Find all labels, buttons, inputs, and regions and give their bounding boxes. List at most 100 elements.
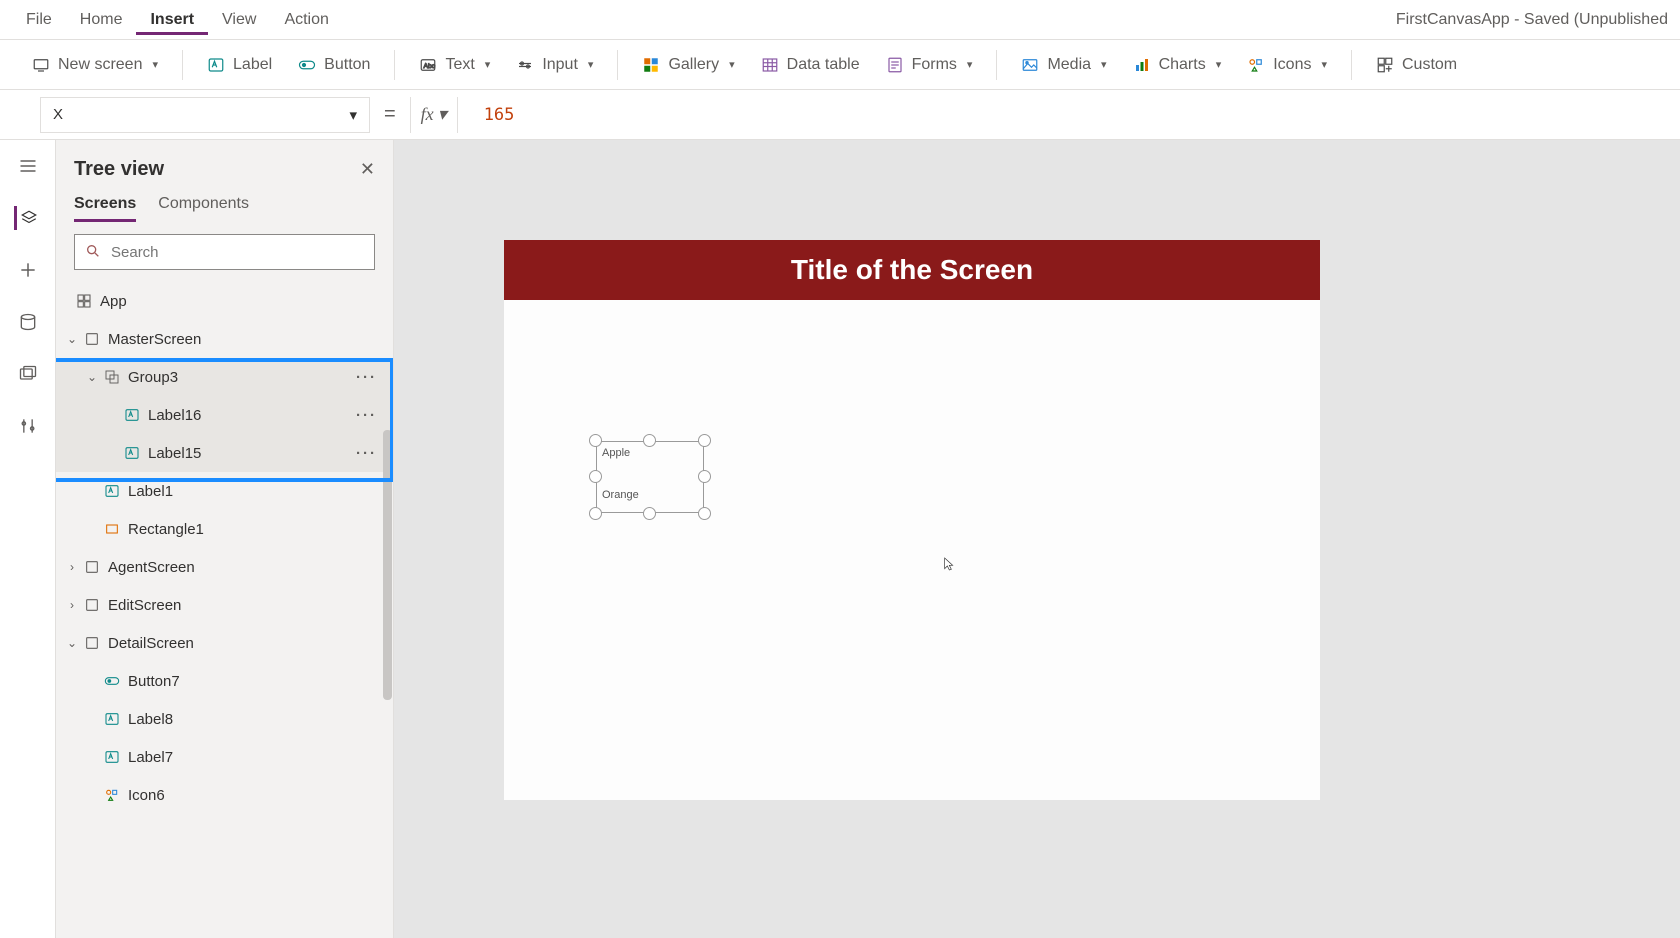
tree-node-label8[interactable]: Label8 (56, 700, 393, 738)
canvas-label-apple[interactable]: Apple (602, 447, 630, 459)
tab-components[interactable]: Components (158, 195, 249, 222)
tree-node-label15[interactable]: Label15 ··· (56, 434, 393, 472)
label-icon (104, 483, 120, 499)
body: Tree view ✕ Screens Components App (0, 140, 1680, 938)
tree-view-icon[interactable] (14, 206, 38, 230)
insert-forms-label: Forms (912, 56, 957, 74)
resize-handle[interactable] (589, 507, 602, 520)
chevron-down-icon[interactable]: ⌄ (64, 636, 80, 650)
insert-icons-button[interactable]: Icons ▾ (1241, 52, 1333, 78)
selected-group[interactable]: Apple Orange (596, 441, 704, 513)
resize-handle[interactable] (589, 434, 602, 447)
menu-view[interactable]: View (208, 5, 270, 35)
resize-handle[interactable] (698, 470, 711, 483)
resize-handle[interactable] (643, 507, 656, 520)
fx-button[interactable]: fx ▾ (410, 97, 458, 133)
scrollbar-thumb[interactable] (383, 430, 392, 700)
search-input[interactable] (74, 234, 375, 270)
tree-node-detailscreen[interactable]: ⌄ DetailScreen (56, 624, 393, 662)
tree-node-button7[interactable]: Button7 (56, 662, 393, 700)
insert-gallery-button[interactable]: Gallery ▾ (636, 52, 740, 78)
tree-list[interactable]: App ⌄ MasterScreen ⌄ Group3 ··· Label16 … (56, 282, 393, 938)
new-screen-button[interactable]: New screen ▾ (26, 52, 164, 78)
insert-input-button[interactable]: Input ▾ (510, 52, 599, 78)
insert-button-text: Button (324, 56, 370, 74)
canvas-label-orange[interactable]: Orange (602, 489, 639, 501)
formula-value: 165 (484, 105, 515, 125)
tree-label: AgentScreen (108, 559, 383, 576)
chevron-down-icon[interactable]: ⌄ (84, 370, 100, 384)
resize-handle[interactable] (698, 434, 711, 447)
insert-datatable-label: Data table (787, 56, 860, 74)
fx-label: fx (421, 104, 434, 125)
search-field[interactable] (109, 243, 364, 262)
tree-node-label7[interactable]: Label7 (56, 738, 393, 776)
insert-media-button[interactable]: Media ▾ (1015, 52, 1112, 78)
insert-text-button[interactable]: Abc Text ▾ (413, 52, 496, 78)
chevron-right-icon[interactable]: › (64, 598, 80, 612)
tree-label: App (100, 293, 383, 310)
tab-screens[interactable]: Screens (74, 195, 136, 222)
hamburger-icon[interactable] (16, 154, 40, 178)
more-icon[interactable]: ··· (350, 369, 383, 386)
insert-label-button[interactable]: Label (201, 52, 278, 78)
divider (996, 50, 997, 80)
media-rail-icon[interactable] (16, 362, 40, 386)
insert-charts-button[interactable]: Charts ▾ (1127, 52, 1228, 78)
data-rail-icon[interactable] (16, 310, 40, 334)
canvas-screen[interactable]: Title of the Screen Apple Orange (504, 240, 1320, 800)
property-selector[interactable]: X ▾ (40, 97, 370, 133)
new-screen-label: New screen (58, 56, 142, 74)
chevron-down-icon: ▾ (1216, 58, 1222, 71)
tree-label: EditScreen (108, 597, 383, 614)
menu-home[interactable]: Home (66, 5, 137, 35)
screen-title-bar[interactable]: Title of the Screen (504, 240, 1320, 300)
chevron-down-icon: ▾ (485, 58, 491, 71)
left-rail (0, 140, 56, 938)
divider (394, 50, 395, 80)
more-icon[interactable]: ··· (350, 407, 383, 424)
resize-handle[interactable] (698, 507, 711, 520)
insert-custom-button[interactable]: Custom (1370, 52, 1463, 78)
chevron-right-icon[interactable]: › (64, 560, 80, 574)
tree-view-pane: Tree view ✕ Screens Components App (56, 140, 394, 938)
tree-label: Icon6 (128, 787, 383, 804)
insert-button-button[interactable]: Button (292, 52, 376, 78)
tree-node-masterscreen[interactable]: ⌄ MasterScreen (56, 320, 393, 358)
tree-label: MasterScreen (108, 331, 383, 348)
insert-charts-label: Charts (1159, 56, 1206, 74)
screen-title-text: Title of the Screen (791, 254, 1033, 286)
more-icon[interactable]: ··· (350, 445, 383, 462)
screen-icon (84, 635, 100, 651)
formula-bar: X ▾ = fx ▾ 165 (0, 90, 1680, 140)
insert-forms-button[interactable]: Forms ▾ (880, 52, 979, 78)
icons-icon (1247, 56, 1265, 74)
resize-handle[interactable] (643, 434, 656, 447)
tree-node-app[interactable]: App (56, 282, 393, 320)
screen-icon (32, 56, 50, 74)
tree-node-label16[interactable]: Label16 ··· (56, 396, 393, 434)
chevron-down-icon[interactable]: ⌄ (64, 332, 80, 346)
formula-input[interactable]: 165 (472, 97, 1664, 133)
tree-node-editscreen[interactable]: › EditScreen (56, 586, 393, 624)
close-icon[interactable]: ✕ (360, 159, 375, 180)
tree-node-group3[interactable]: ⌄ Group3 ··· (56, 358, 393, 396)
tree-node-agentscreen[interactable]: › AgentScreen (56, 548, 393, 586)
insert-datatable-button[interactable]: Data table (755, 52, 866, 78)
forms-icon (886, 56, 904, 74)
menu-insert[interactable]: Insert (136, 5, 208, 35)
tree-node-rectangle1[interactable]: Rectangle1 (56, 510, 393, 548)
tree-node-icon6[interactable]: Icon6 (56, 776, 393, 814)
insert-label-text: Label (233, 56, 272, 74)
menu-action[interactable]: Action (270, 5, 342, 35)
tree-label: Label7 (128, 749, 383, 766)
insert-rail-icon[interactable] (16, 258, 40, 282)
cursor-icon (942, 555, 958, 576)
menu-file[interactable]: File (12, 5, 66, 35)
tools-rail-icon[interactable] (16, 414, 40, 438)
button-icon (298, 56, 316, 74)
canvas-area[interactable]: Title of the Screen Apple Orange (394, 140, 1680, 938)
chevron-down-icon: ▾ (152, 58, 158, 71)
resize-handle[interactable] (589, 470, 602, 483)
tree-node-label1[interactable]: Label1 (56, 472, 393, 510)
